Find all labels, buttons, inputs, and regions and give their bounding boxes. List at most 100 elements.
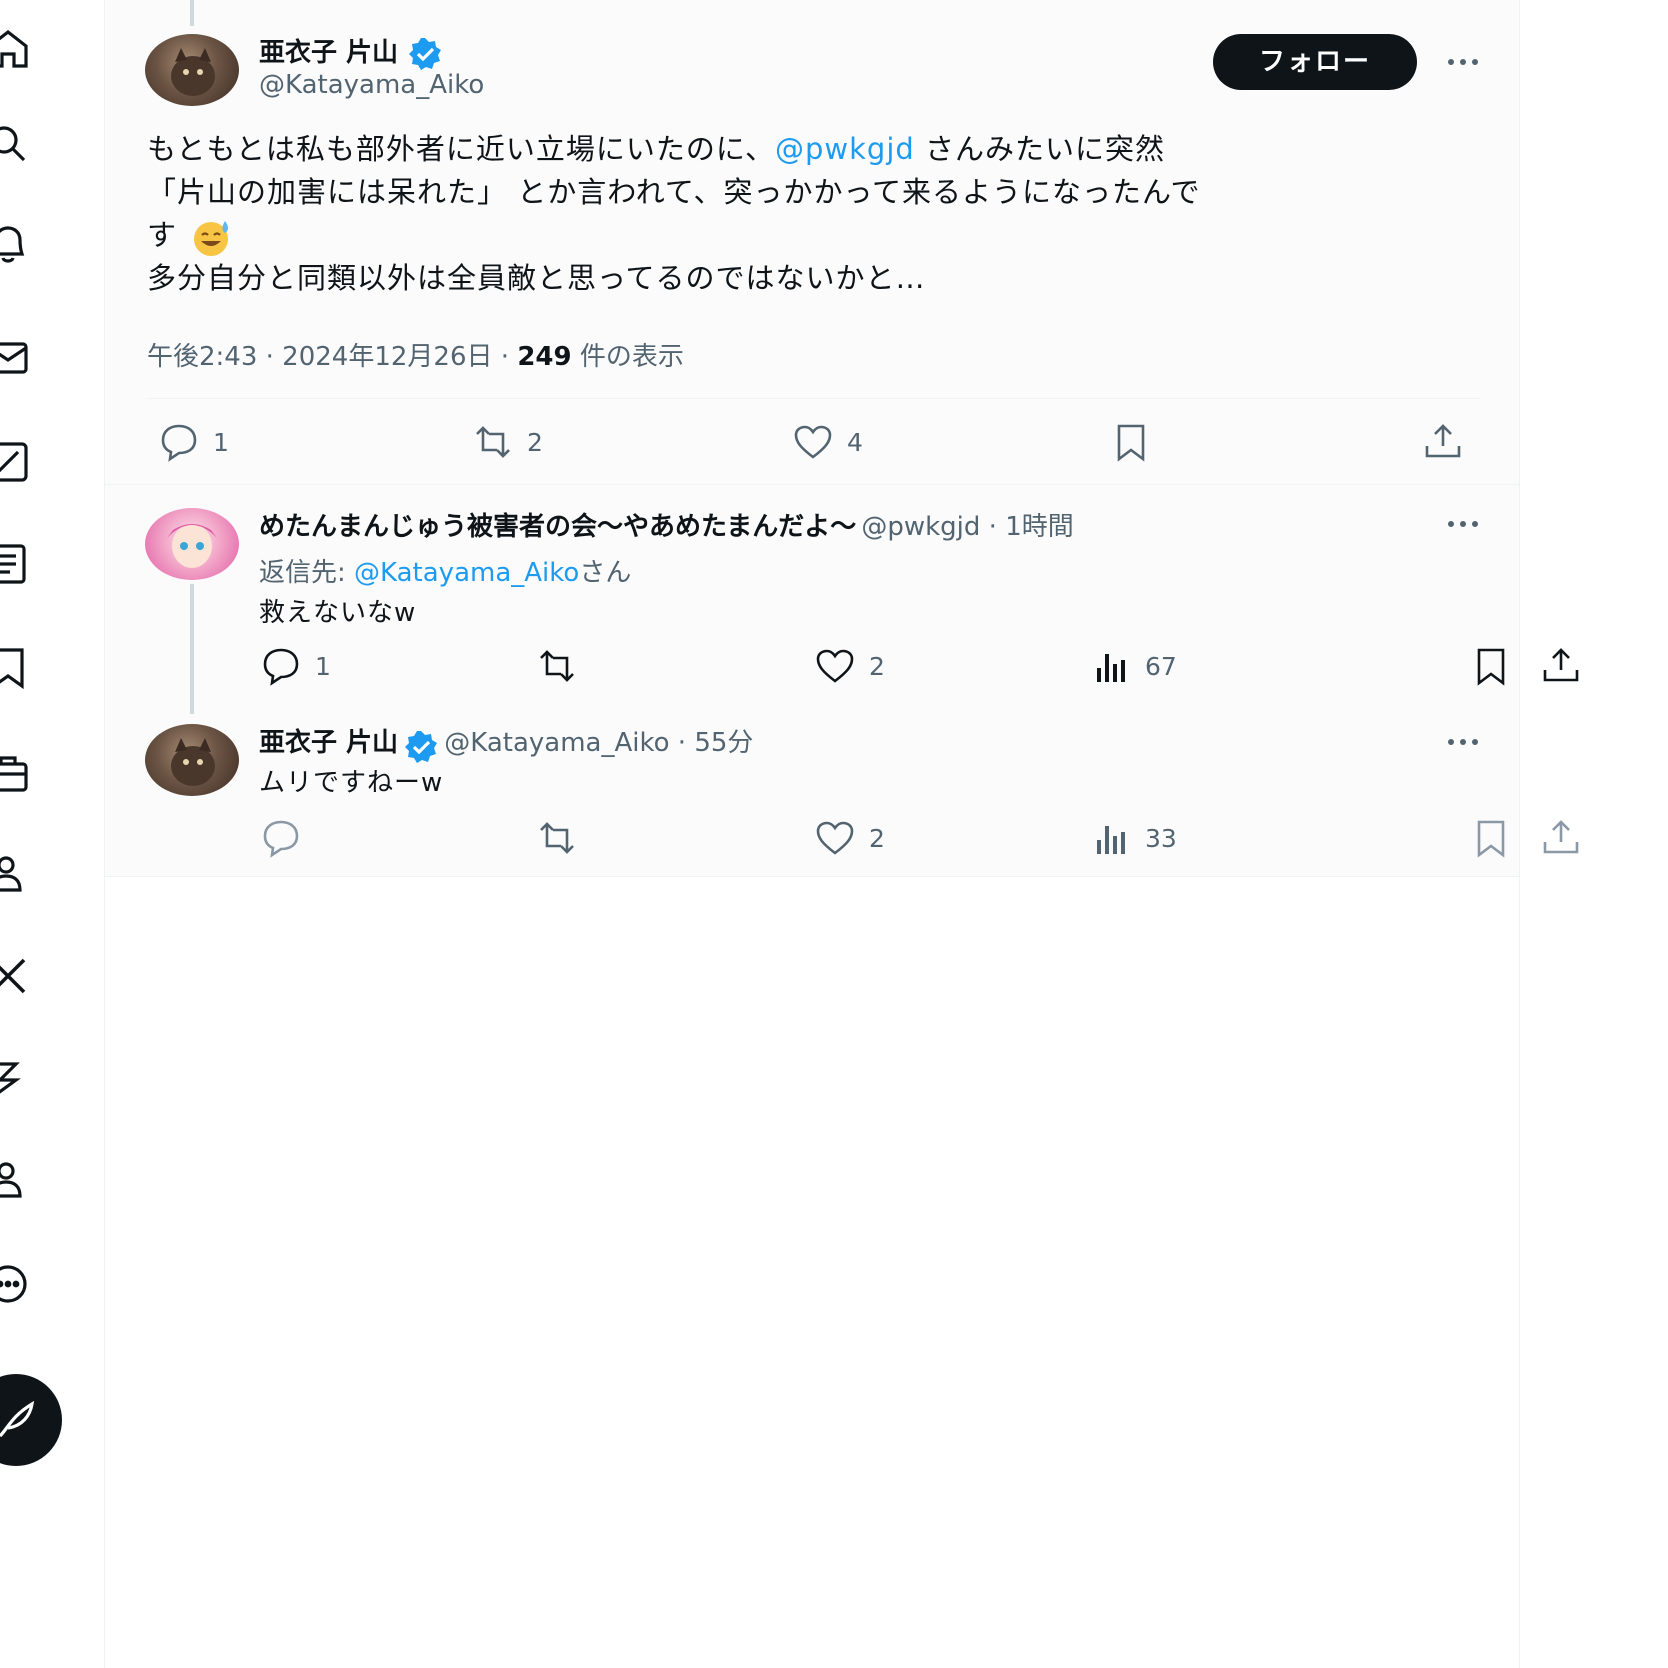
compose-icon: [0, 1400, 35, 1438]
bookmarks-icon[interactable]: [0, 646, 30, 690]
retweet-icon: [540, 822, 574, 854]
share-button[interactable]: [1539, 816, 1583, 860]
replying-to-link[interactable]: @Katayama_Aiko: [354, 558, 579, 588]
author-name[interactable]: めたんまんじゅう被害者の会〜やあめたまんだよ〜: [259, 512, 856, 542]
author-handle[interactable]: @Katayama_Aiko: [259, 70, 484, 100]
profile-icon[interactable]: [0, 1158, 30, 1202]
like-count: 4: [847, 427, 863, 457]
views-button[interactable]: 33: [1089, 816, 1177, 860]
bookmark-icon: [1477, 648, 1505, 686]
mention-link[interactable]: @pwkgjd: [775, 132, 915, 166]
share-icon: [1543, 820, 1579, 854]
verified-badge-icon: [409, 37, 442, 70]
separator: ·: [980, 512, 1006, 542]
retweet-button[interactable]: [535, 644, 579, 688]
heart-icon: [816, 649, 854, 683]
tweet-time[interactable]: 1時間: [1005, 512, 1074, 542]
retweet-icon: [476, 426, 510, 458]
reply-text: ムリですねーw: [259, 768, 444, 798]
retweet-icon: [540, 650, 574, 682]
lists-icon[interactable]: [0, 542, 30, 586]
like-count: 2: [869, 651, 885, 681]
replying-to: 返信先: @Katayama_Aikoさん: [259, 552, 631, 589]
bookmark-icon: [1477, 820, 1505, 858]
timeline-column: 亜衣子 片山 @Katayama_Aiko フォロー もともとは私も部外者に近い…: [104, 0, 1579, 1668]
view-label: 件の表示: [571, 342, 684, 372]
tweet-text-line-3: す: [147, 214, 235, 257]
bookmark-icon: [1117, 424, 1145, 462]
view-count: 33: [1145, 823, 1177, 853]
messages-icon[interactable]: [0, 336, 30, 380]
like-button[interactable]: 4: [791, 420, 863, 464]
grok-icon[interactable]: [0, 440, 30, 484]
share-button[interactable]: [1421, 420, 1465, 464]
avatar[interactable]: [145, 34, 239, 106]
more-options-icon[interactable]: [1443, 52, 1483, 72]
reply-count: 1: [213, 427, 229, 457]
replying-to-suffix: さん: [579, 558, 632, 588]
reply-icon: [161, 424, 197, 462]
communities-icon[interactable]: [0, 852, 30, 896]
tweet-text-line-1: もともとは私も部外者に近い立場にいたのに、@pwkgjd さんみたいに突然: [147, 128, 1165, 170]
heart-icon: [816, 821, 854, 855]
sweat-smile-emoji-icon: [194, 221, 229, 256]
reply-count: 1: [315, 651, 331, 681]
retweet-button[interactable]: 2: [471, 420, 543, 464]
replying-to-prefix: 返信先:: [259, 558, 355, 588]
notifications-icon[interactable]: [0, 222, 30, 266]
premium-icon[interactable]: [0, 954, 30, 998]
author-name[interactable]: 亜衣子 片山: [259, 38, 398, 68]
tweet-text-part: す: [147, 218, 178, 252]
more-options-icon[interactable]: [1443, 514, 1483, 534]
divider: [105, 876, 1519, 877]
left-nav: [0, 0, 100, 1668]
more-icon[interactable]: [0, 1262, 30, 1306]
author-name[interactable]: 亜衣子 片山: [259, 728, 398, 758]
verified-badge-icon: [405, 730, 438, 763]
reply-button[interactable]: 1: [259, 644, 331, 688]
divider: [105, 484, 1519, 485]
author-handle[interactable]: @pwkgjd: [861, 512, 980, 542]
retweet-count: 2: [527, 427, 543, 457]
tweet-text-part: さんみたいに突然: [914, 132, 1165, 166]
search-icon[interactable]: [0, 122, 30, 166]
divider: [147, 398, 1481, 399]
avatar[interactable]: [145, 508, 239, 580]
reply-header: めたんまんじゅう被害者の会〜やあめたまんだよ〜 @pwkgjd · 1時間: [259, 506, 1074, 543]
bookmark-button[interactable]: [1109, 420, 1153, 464]
share-button[interactable]: [1539, 644, 1583, 688]
views-icon: [1097, 826, 1125, 854]
heart-icon: [794, 425, 832, 459]
tweet-text-line-2: 「片山の加害には呆れた」 とか言われて、突っかかって来るようになったんで: [147, 175, 1201, 209]
reply-button[interactable]: 1: [157, 420, 229, 464]
reply-icon: [263, 648, 299, 686]
tweet-timestamp[interactable]: 午後2:43 · 2024年12月26日 · 249 件の表示: [147, 336, 684, 373]
follow-button[interactable]: フォロー: [1213, 34, 1417, 90]
avatar[interactable]: [145, 724, 239, 796]
tweet-text-part: もともとは私も部外者に近い立場にいたのに、: [147, 132, 775, 166]
reply-button[interactable]: [259, 816, 303, 860]
jobs-icon[interactable]: [0, 752, 30, 796]
retweet-button[interactable]: [535, 816, 579, 860]
timestamp-text: 午後2:43 · 2024年12月26日 ·: [147, 342, 518, 372]
like-button[interactable]: 2: [813, 816, 885, 860]
views-button[interactable]: 67: [1089, 644, 1177, 688]
bookmark-button[interactable]: [1469, 644, 1513, 688]
view-count: 67: [1145, 651, 1177, 681]
compose-button[interactable]: [0, 1374, 62, 1466]
tweet-text-line-4: 多分自分と同類以外は全員敵と思ってるのではないかと…: [147, 261, 926, 295]
separator: ·: [669, 728, 695, 758]
verified-orgs-icon[interactable]: [0, 1056, 30, 1100]
reply-text: 救えないなw: [259, 598, 417, 628]
more-options-icon[interactable]: [1443, 732, 1483, 752]
tweet-time[interactable]: 55分: [694, 728, 753, 758]
like-button[interactable]: 2: [813, 644, 885, 688]
share-icon: [1543, 648, 1579, 682]
reply-header: 亜衣子 片山 @Katayama_Aiko · 55分: [259, 722, 753, 765]
like-count: 2: [869, 823, 885, 853]
share-icon: [1425, 424, 1461, 458]
author-handle[interactable]: @Katayama_Aiko: [444, 728, 669, 758]
bookmark-button[interactable]: [1469, 816, 1513, 860]
home-icon[interactable]: [0, 26, 30, 70]
reply-icon: [263, 820, 299, 858]
